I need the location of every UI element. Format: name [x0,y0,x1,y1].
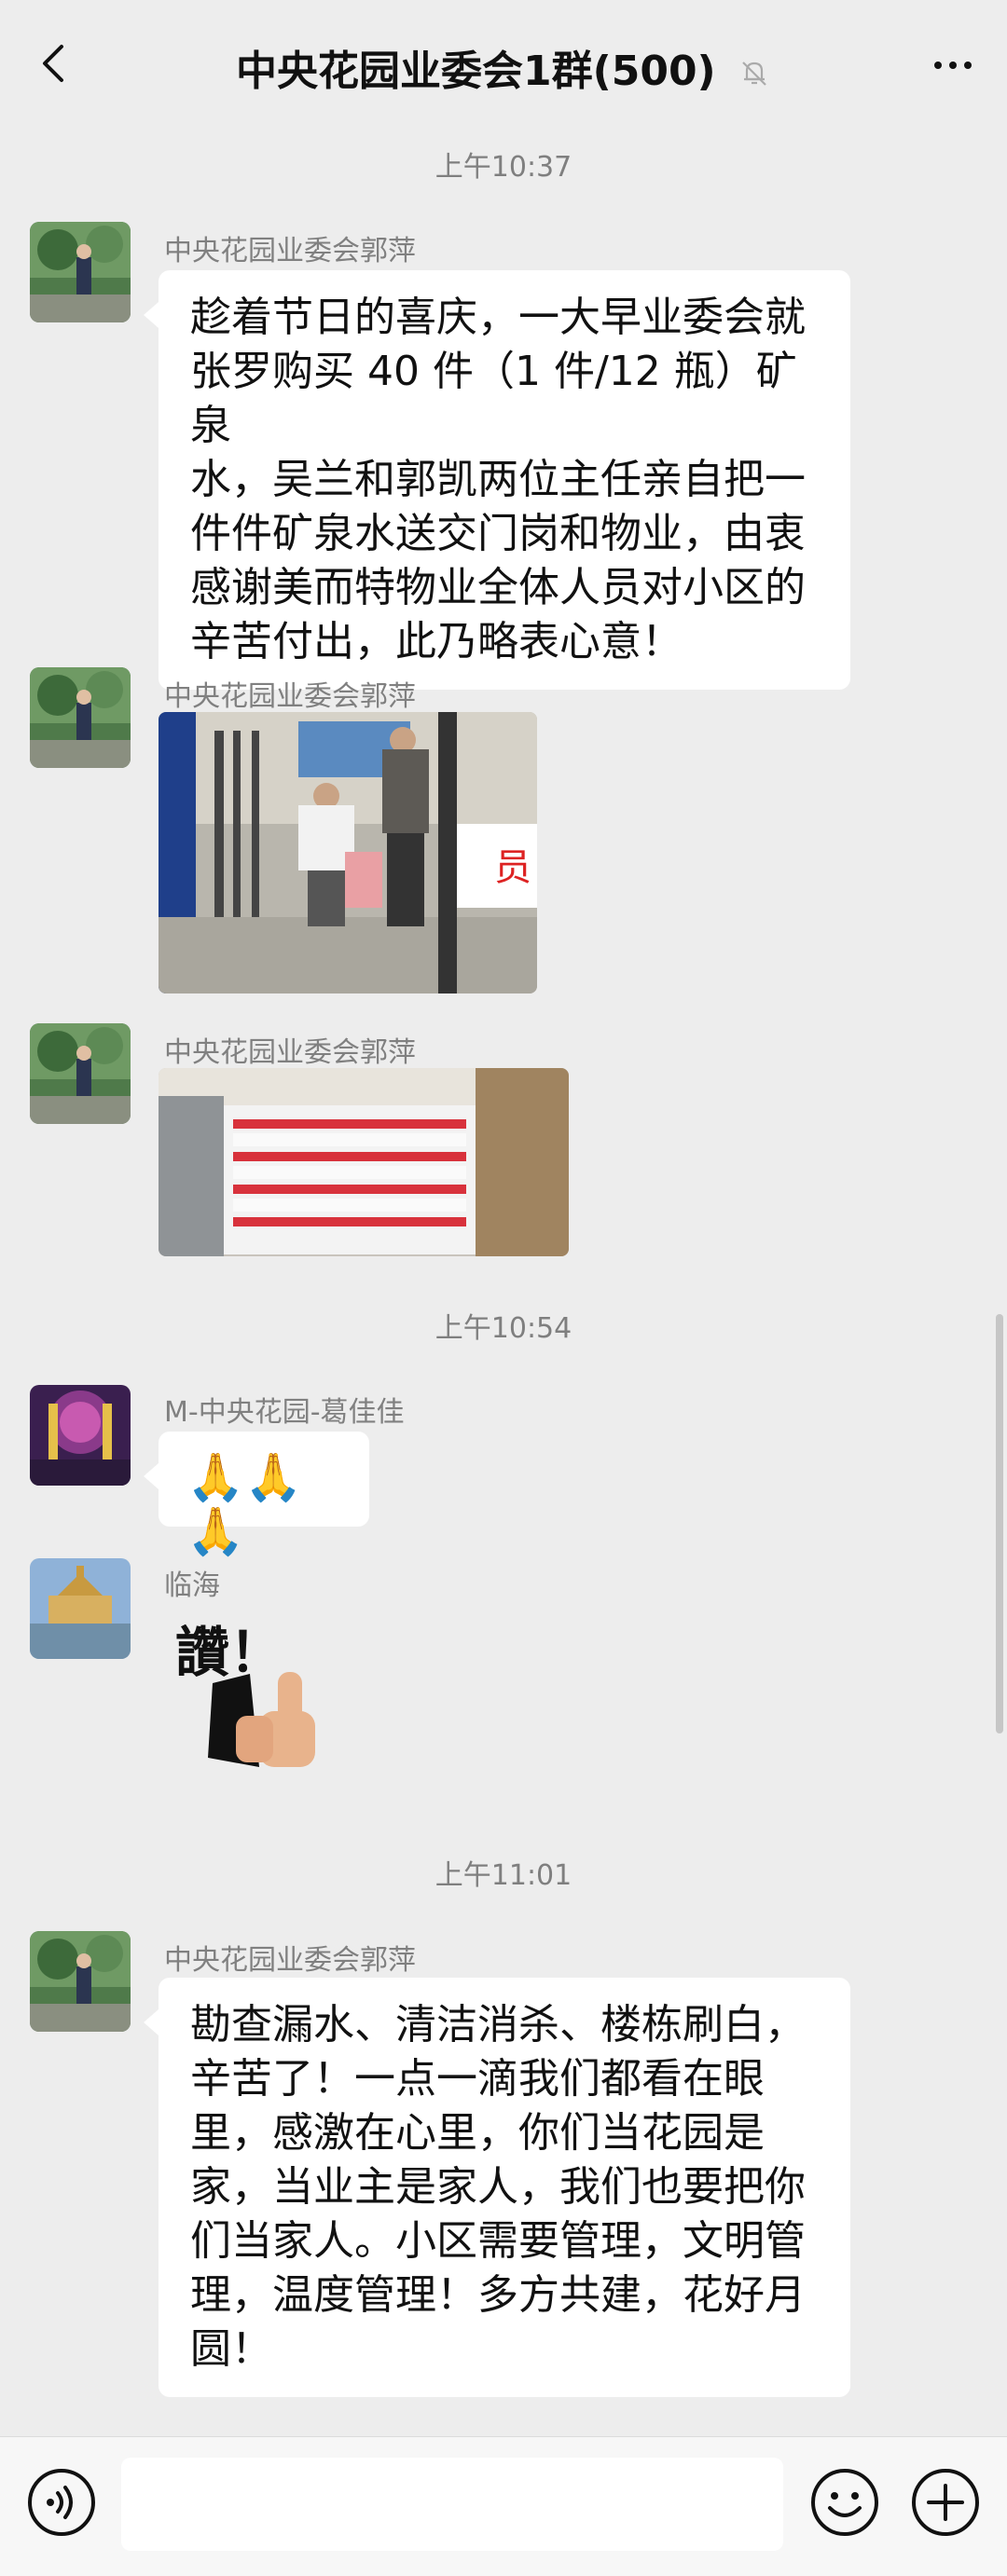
sender-name: 中央花园业委会郭萍 [164,1036,416,1069]
voice-icon[interactable] [26,2467,97,2538]
message-line: 们当家人。小区需要管理，文明管 [190,2217,806,2265]
message-bubble[interactable]: 勘查漏水、清洁消杀、楼栋刷白， 辛苦了！一点一滴我们都看在眼 里，感激在心里，你… [144,1978,850,2397]
message-line: 趁着节日的喜庆，一大早业委会就 [190,294,806,341]
avatar[interactable] [30,667,131,768]
group-name: 中央花园业委会1群(500) [235,48,716,95]
message-line: 辛苦了！一点一滴我们都看在眼 [190,2055,765,2103]
thumbs-up-icon [208,1672,315,1767]
sender-name: 临海 [164,1569,220,1602]
timestamp: 上午11:01 [435,1859,572,1892]
avatar[interactable] [30,1931,131,2032]
avatar[interactable] [30,1023,131,1124]
sticker[interactable]: 讚！ [166,1599,352,1776]
timestamp: 上午10:54 [435,1312,572,1345]
sender-name: 中央花园业委会郭萍 [164,1944,416,1977]
avatar[interactable] [30,1558,131,1659]
photo-message[interactable]: 员 [159,712,537,993]
input-bar [0,2436,1007,2576]
avatar[interactable] [30,1385,131,1486]
message-line: 件件矿泉水送交门岗和物业，由衷 [190,510,806,557]
sender-name: M-中央花园-葛佳佳 [164,1396,405,1429]
plus-icon[interactable] [910,2467,981,2538]
photo-message[interactable] [159,1068,569,1256]
message-line: 圆！ [190,2325,272,2373]
chat-title: 中央花园业委会1群(500) [0,37,1007,97]
message-line: 家，当业主是家人，我们也要把你 [190,2163,806,2211]
message-bubble[interactable]: 趁着节日的喜庆，一大早业委会就 张罗购买 40 件（1 件/12 瓶）矿泉 水，… [144,270,850,690]
chat-screen: 中央花园业委会1群(500) 上午10:37 中央花园业委会郭萍 趁着节日的喜庆… [0,0,1007,2576]
message-bubble[interactable]: 🙏🙏🙏 [144,1432,369,1558]
message-line: 里，感激在心里，你们当花园是 [190,2109,765,2157]
sender-name: 中央花园业委会郭萍 [164,680,416,713]
message-line: 感谢美而特物业全体人员对小区的 [190,564,806,611]
more-dots-icon[interactable] [925,37,981,93]
photo-sign-text: 员 [494,846,531,889]
message-input[interactable] [121,2458,783,2551]
emoji-icon[interactable] [809,2467,880,2538]
sender-name: 中央花园业委会郭萍 [164,235,416,267]
chat-header: 中央花园业委会1群(500) [0,0,1007,127]
message-line: 勘查漏水、清洁消杀、楼栋刷白， [190,2001,806,2048]
avatar[interactable] [30,222,131,322]
muted-bell-icon [742,62,766,86]
scrollbar[interactable] [996,1314,1003,1733]
message-line: 辛苦付出，此乃略表心意！ [190,618,683,665]
message-line: 水，吴兰和郭凯两位主任亲自把一 [190,456,806,503]
pray-emoji: 🙏🙏🙏 [186,1450,303,1558]
timestamp: 上午10:37 [435,151,572,184]
message-line: 理，温度管理！多方共建，花好月 [190,2271,806,2319]
message-line: 张罗购买 40 件（1 件/12 瓶）矿泉 [190,348,797,449]
